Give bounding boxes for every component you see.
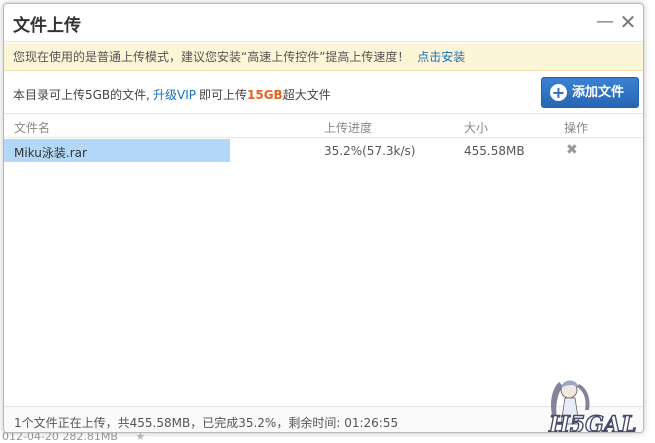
cancel-upload-icon[interactable]: ✖ <box>566 142 578 158</box>
table-row[interactable]: Miku泳装.rar 35.2%(57.3k/s) 455.58MB ✖ <box>4 139 643 164</box>
vip-capacity: 15GB <box>247 88 283 102</box>
quota-suffix: 超大文件 <box>282 88 331 102</box>
install-control-link[interactable]: 点击安装 <box>417 50 465 64</box>
column-filename: 文件名 <box>14 121 51 135</box>
upload-dialog: 文件上传 — ✕ 您现在使用的是普通上传模式，建议您安装“高速上传控件”提高上传… <box>3 3 644 433</box>
column-progress: 上传进度 <box>324 121 373 135</box>
minimize-icon[interactable]: — <box>595 12 615 32</box>
add-file-label: 添加文件 <box>572 85 625 100</box>
close-icon[interactable]: ✕ <box>618 12 638 32</box>
column-actions: 操作 <box>564 121 589 135</box>
upgrade-vip-link[interactable]: 升级VIP <box>153 88 196 102</box>
notice-text: 您现在使用的是普通上传模式，建议您安装“高速上传控件”提高上传速度！ <box>13 50 410 64</box>
upload-status-text: 1个文件正在上传，共455.58MB，已完成35.2%，剩余时间: 01:26:… <box>14 416 399 430</box>
quota-text: 本目录可上传5GB的文件, 升级VIP 即可上传15GB超大文件 <box>13 86 331 103</box>
dialog-titlebar: 文件上传 — ✕ <box>4 4 643 42</box>
dialog-title: 文件上传 <box>13 16 81 36</box>
plus-icon: + <box>550 83 567 102</box>
quota-prefix: 本目录可上传5GB的文件, <box>13 88 150 102</box>
quota-middle: 即可上传 <box>198 88 247 102</box>
quota-infobar: 本目录可上传5GB的文件, 升级VIP 即可上传15GB超大文件 + 添加文件 <box>4 72 643 114</box>
file-progress-text: 35.2%(57.3k/s) <box>324 144 416 158</box>
mascot-watermark: H5GAL <box>547 380 637 433</box>
file-table-header: 文件名 上传进度 大小 操作 <box>4 115 643 138</box>
column-size: 大小 <box>464 121 489 135</box>
file-name: Miku泳装.rar <box>14 146 87 160</box>
file-size: 455.58MB <box>464 144 525 158</box>
svg-text:H5GAL: H5GAL <box>548 412 636 433</box>
upload-mode-notice: 您现在使用的是普通上传模式，建议您安装“高速上传控件”提高上传速度！ 点击安装 <box>4 43 643 71</box>
add-file-button[interactable]: + 添加文件 <box>541 77 639 108</box>
